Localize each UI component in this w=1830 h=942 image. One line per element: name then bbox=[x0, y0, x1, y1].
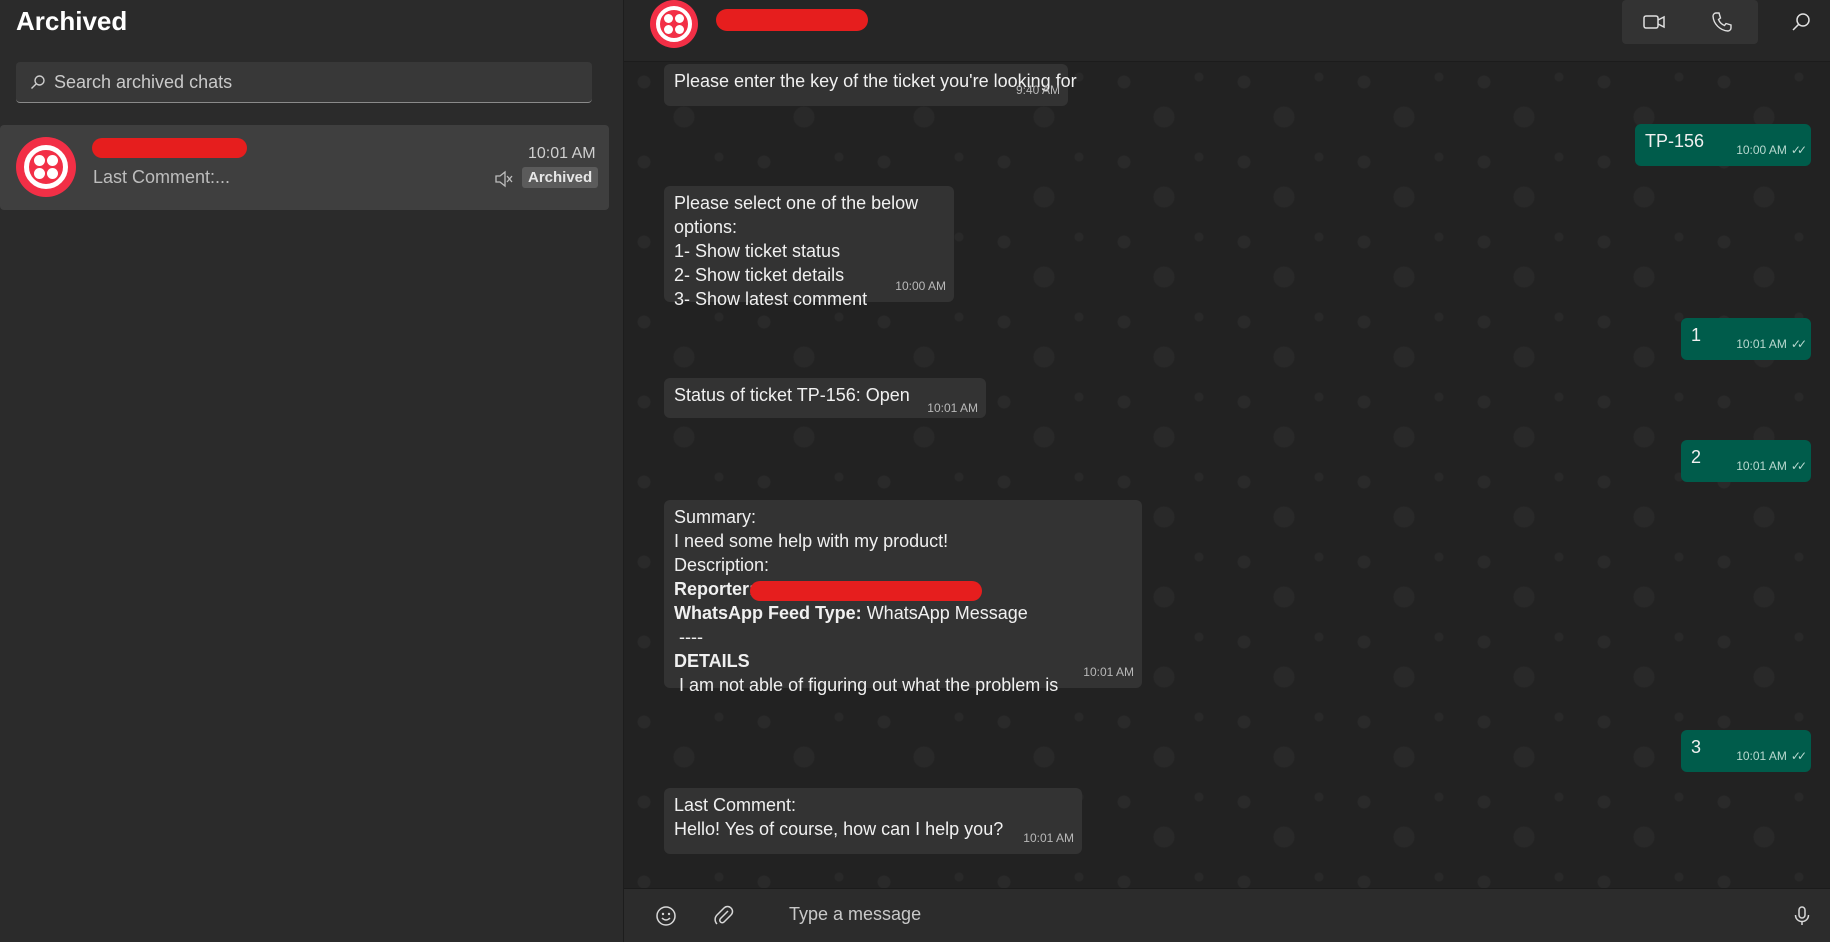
message-line: WhatsApp Feed Type: WhatsApp Message bbox=[674, 601, 1134, 625]
redacted-reporter bbox=[750, 581, 982, 601]
message-time: 10:00 AM bbox=[895, 279, 946, 293]
message-outgoing[interactable]: 3 10:01 AM ✓✓ bbox=[1681, 730, 1811, 772]
message-line: I need some help with my product! bbox=[674, 531, 949, 551]
message-line: Last Comment: bbox=[674, 795, 797, 815]
message-outgoing[interactable]: 2 10:01 AM ✓✓ bbox=[1681, 440, 1811, 482]
feed-label: WhatsApp Feed Type: bbox=[674, 603, 862, 623]
search-placeholder: Search archived chats bbox=[54, 72, 233, 92]
archived-badge: Archived bbox=[522, 167, 599, 188]
search-icon bbox=[31, 75, 45, 89]
whatsapp-window: Archived Search archived chats 10:01 AM … bbox=[0, 0, 1830, 942]
message-composer: Type a message bbox=[624, 888, 1830, 942]
read-ticks-icon: ✓✓ bbox=[1790, 143, 1807, 157]
feed-value: WhatsApp Message bbox=[861, 603, 1028, 623]
chat-list-item[interactable] bbox=[0, 125, 609, 210]
reporter-label: Reporter: bbox=[674, 579, 756, 599]
message-line: ---- bbox=[674, 627, 703, 647]
message-time: 10:00 AM ✓✓ bbox=[1736, 138, 1807, 162]
paperclip-icon[interactable] bbox=[712, 904, 736, 928]
redacted-contact-name bbox=[716, 9, 868, 31]
page-title: Archived bbox=[16, 6, 128, 36]
search-input[interactable]: Search archived chats bbox=[16, 62, 592, 103]
avatar bbox=[16, 137, 76, 197]
message-time: 10:01 AM bbox=[1023, 831, 1074, 845]
message-time: 10:01 AM ✓✓ bbox=[1736, 332, 1807, 356]
phone-call-icon[interactable] bbox=[1710, 10, 1734, 34]
message-time: 10:01 AM bbox=[1083, 665, 1134, 679]
chat-preview: Last Comment:... bbox=[93, 167, 231, 187]
mute-icon bbox=[495, 170, 513, 188]
message-incoming[interactable]: Last Comment: Hello! Yes of course, how … bbox=[664, 788, 1082, 854]
message-line: Description: bbox=[674, 555, 770, 575]
microphone-icon[interactable] bbox=[1790, 904, 1814, 928]
message-incoming[interactable]: Please enter the key of the ticket you'r… bbox=[664, 64, 1077, 106]
emoji-icon[interactable] bbox=[654, 904, 678, 928]
message-input[interactable]: Type a message bbox=[789, 904, 921, 925]
message-line: Hello! Yes of course, how can I help you… bbox=[674, 819, 1004, 839]
chat-header bbox=[624, 0, 1830, 62]
message-list: Please enter the key of the ticket you'r… bbox=[624, 62, 1830, 888]
message-outgoing[interactable]: 1 10:01 AM ✓✓ bbox=[1681, 318, 1811, 360]
avatar[interactable] bbox=[650, 0, 698, 48]
conversation-pane: Please enter the key of the ticket you'r… bbox=[624, 0, 1830, 942]
read-ticks-icon: ✓✓ bbox=[1790, 337, 1807, 351]
video-call-icon[interactable] bbox=[1642, 10, 1666, 34]
chat-time: 10:01 AM bbox=[528, 145, 596, 162]
message-line: 1- Show ticket status bbox=[674, 241, 841, 261]
read-ticks-icon: ✓✓ bbox=[1790, 459, 1807, 473]
redacted-contact-name bbox=[92, 138, 247, 158]
message-incoming[interactable]: Status of ticket TP-156: Open 10:01 AM bbox=[664, 378, 986, 418]
message-outgoing[interactable]: TP-156 10:00 AM ✓✓ bbox=[1635, 124, 1811, 166]
message-incoming[interactable]: Summary: I need some help with my produc… bbox=[664, 500, 1142, 695]
message-time: 10:01 AM bbox=[927, 401, 978, 415]
call-buttons bbox=[1622, 0, 1758, 44]
message-line: I am not able of figuring out what the p… bbox=[674, 675, 1059, 695]
read-ticks-icon: ✓✓ bbox=[1790, 749, 1807, 763]
message-text: Please enter the key of the ticket you'r… bbox=[674, 71, 1077, 91]
message-line: Please select one of the below options: bbox=[674, 193, 919, 237]
archived-pane: Archived Search archived chats 10:01 AM … bbox=[0, 0, 624, 942]
message-time: 10:01 AM ✓✓ bbox=[1736, 454, 1807, 478]
message-time: 10:01 AM ✓✓ bbox=[1736, 744, 1807, 768]
message-incoming[interactable]: Please select one of the below options: … bbox=[664, 186, 954, 309]
search-icon[interactable] bbox=[1790, 10, 1814, 34]
message-line: Summary: bbox=[674, 507, 757, 527]
message-time: 9:40 AM bbox=[1015, 83, 1060, 97]
message-line: DETAILS bbox=[674, 651, 750, 671]
